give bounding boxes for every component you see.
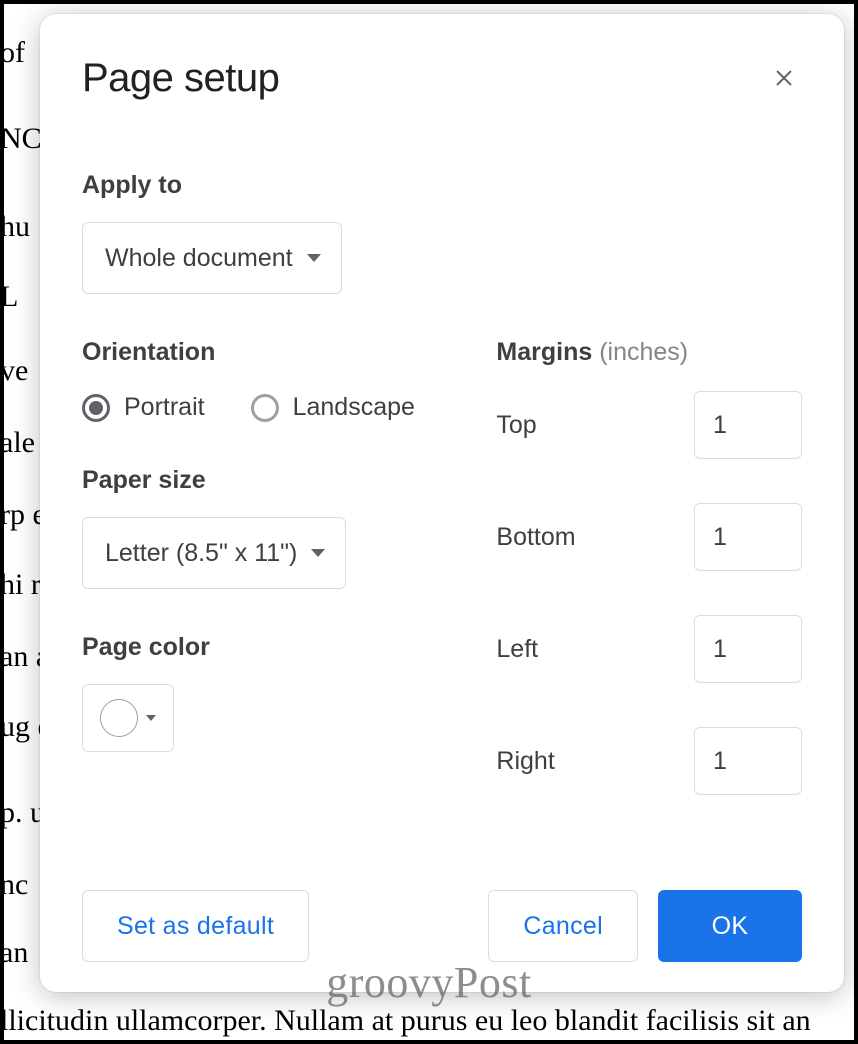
orientation-portrait-label: Portrait: [124, 393, 205, 422]
margin-right-input[interactable]: [694, 727, 802, 795]
margin-bottom-input[interactable]: [694, 503, 802, 571]
margin-bottom-label: Bottom: [496, 523, 575, 552]
set-as-default-button[interactable]: Set as default: [82, 890, 309, 962]
orientation-landscape-radio[interactable]: Landscape: [251, 393, 415, 422]
paper-size-select[interactable]: Letter (8.5" x 11"): [82, 517, 346, 589]
paper-size-label: Paper size: [82, 466, 492, 495]
close-icon: [773, 67, 795, 94]
cancel-button[interactable]: Cancel: [488, 890, 638, 962]
margin-top-label: Top: [496, 411, 536, 440]
orientation-portrait-radio[interactable]: Portrait: [82, 393, 205, 422]
page-setup-dialog: Page setup Apply to Whole document Orien…: [40, 14, 844, 992]
apply-to-label: Apply to: [82, 171, 802, 200]
page-color-swatch: [100, 699, 138, 737]
radio-icon: [251, 394, 279, 422]
margin-right-label: Right: [496, 747, 554, 776]
margin-left-label: Left: [496, 635, 538, 664]
orientation-landscape-label: Landscape: [293, 393, 415, 422]
radio-icon: [82, 394, 110, 422]
margins-unit: (inches): [599, 338, 688, 366]
margin-left-input[interactable]: [694, 615, 802, 683]
apply-to-value: Whole document: [105, 244, 293, 273]
close-button[interactable]: [766, 62, 802, 98]
orientation-label: Orientation: [82, 338, 492, 367]
margin-top-input[interactable]: [694, 391, 802, 459]
margins-heading: Margins (inches): [496, 338, 802, 367]
ok-button[interactable]: OK: [658, 890, 802, 962]
page-color-select[interactable]: [82, 684, 174, 752]
paper-size-value: Letter (8.5" x 11"): [105, 539, 297, 568]
caret-down-icon: [146, 715, 156, 721]
caret-down-icon: [311, 549, 325, 557]
caret-down-icon: [307, 254, 321, 262]
dialog-title: Page setup: [82, 56, 279, 101]
apply-to-select[interactable]: Whole document: [82, 222, 342, 294]
page-color-label: Page color: [82, 633, 492, 662]
margins-heading-text: Margins: [496, 338, 592, 366]
